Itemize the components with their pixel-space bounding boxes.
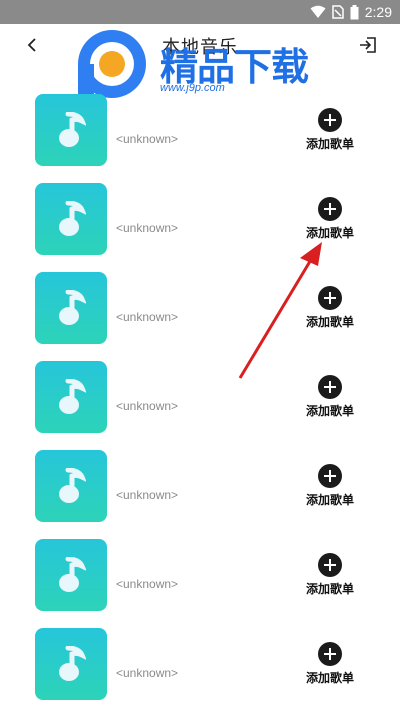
add-to-playlist-button[interactable]: 添加歌单 (300, 375, 360, 425)
song-title: <unknown> (116, 399, 179, 413)
song-thumbnail (35, 94, 107, 166)
no-sim-icon (332, 5, 344, 19)
song-row[interactable]: <unknown> 添加歌单 (0, 623, 400, 712)
import-button[interactable] (354, 31, 382, 59)
song-row[interactable]: <unknown> 添加歌单 (0, 445, 400, 534)
song-row[interactable]: <unknown> 添加歌单 (0, 534, 400, 623)
plus-circle-icon (318, 197, 342, 221)
add-to-playlist-button[interactable]: 添加歌单 (300, 464, 360, 514)
song-title: <unknown> (116, 221, 179, 235)
music-note-icon (59, 557, 86, 592)
song-title: <unknown> (116, 666, 179, 680)
music-note-icon (59, 646, 86, 681)
plus-circle-icon (318, 375, 342, 399)
add-to-playlist-label: 添加歌单 (305, 671, 354, 685)
page-title: 本地音乐 (162, 37, 238, 58)
add-to-playlist-label: 添加歌单 (305, 404, 354, 418)
song-thumbnail (35, 450, 107, 522)
add-to-playlist-button[interactable]: 添加歌单 (300, 553, 360, 603)
add-to-playlist-label: 添加歌单 (305, 582, 354, 596)
add-to-playlist-button[interactable]: 添加歌单 (300, 197, 360, 247)
plus-circle-icon (318, 108, 342, 132)
add-to-playlist-label: 添加歌单 (305, 226, 354, 240)
song-thumbnail (35, 361, 107, 433)
song-title: <unknown> (116, 577, 179, 591)
song-title: <unknown> (116, 310, 179, 324)
song-row[interactable]: <unknown> 添加歌单 (0, 178, 400, 267)
plus-circle-icon (318, 553, 342, 577)
status-bar: 2:29 (0, 0, 400, 24)
plus-circle-icon (318, 464, 342, 488)
music-note-icon (59, 468, 86, 503)
add-to-playlist-label: 添加歌单 (305, 315, 354, 329)
add-to-playlist-button[interactable]: 添加歌单 (300, 642, 360, 692)
music-note-icon (59, 290, 86, 325)
status-icons: 2:29 (310, 2, 392, 22)
import-icon (360, 37, 376, 53)
clock: 2:29 (364, 4, 392, 20)
add-to-playlist-button[interactable]: 添加歌单 (300, 108, 360, 158)
music-note-icon (59, 379, 86, 414)
add-to-playlist-button[interactable]: 添加歌单 (300, 286, 360, 336)
music-note-icon (59, 201, 86, 236)
song-row[interactable]: <unknown> 添加歌单 (0, 89, 400, 178)
song-row[interactable]: <unknown> 添加歌单 (0, 267, 400, 356)
add-to-playlist-label: 添加歌单 (305, 493, 354, 507)
song-thumbnail (35, 628, 107, 700)
song-title: <unknown> (116, 132, 179, 146)
music-note-icon (59, 112, 86, 147)
app-header: 本地音乐 (0, 24, 400, 66)
add-to-playlist-label: 添加歌单 (305, 137, 354, 151)
plus-circle-icon (318, 642, 342, 666)
song-thumbnail (35, 272, 107, 344)
plus-circle-icon (318, 286, 342, 310)
song-row[interactable]: <unknown> 添加歌单 (0, 356, 400, 445)
wifi-icon (310, 5, 326, 18)
battery-icon (350, 4, 359, 19)
song-thumbnail (35, 539, 107, 611)
song-thumbnail (35, 183, 107, 255)
song-title: <unknown> (116, 488, 179, 502)
